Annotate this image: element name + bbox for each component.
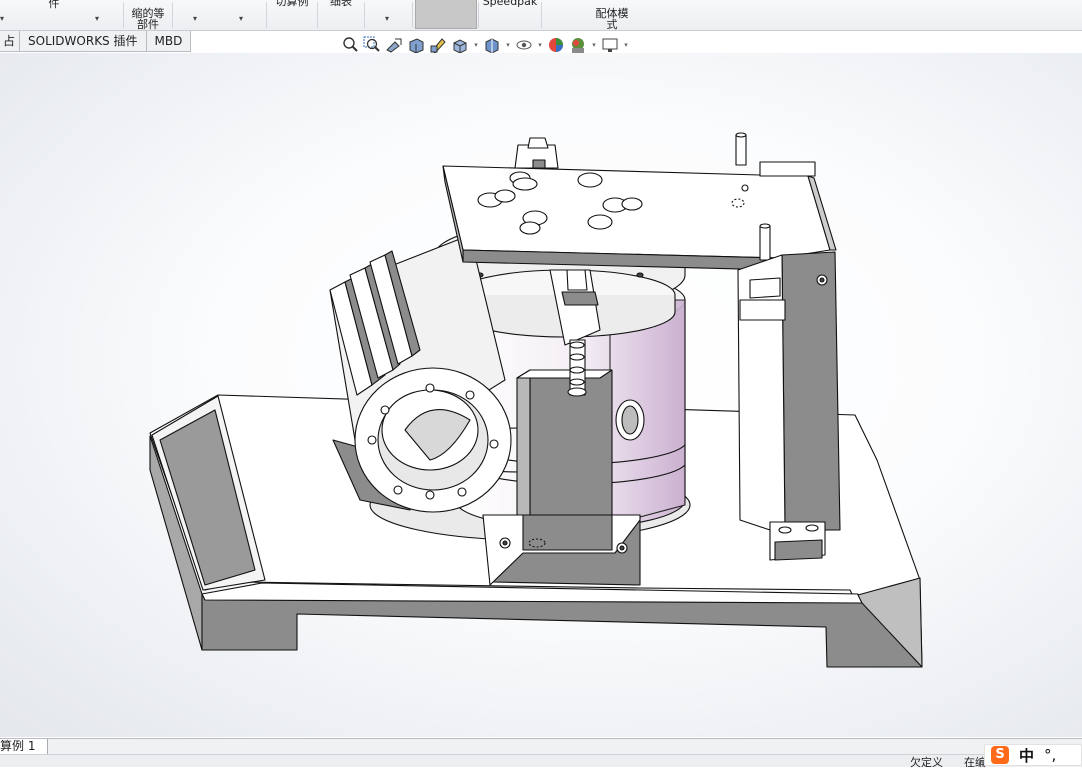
ribbon-item-label: 切算例: [275, 0, 309, 8]
status-definition: 欠定义: [910, 756, 943, 769]
chevron-down-icon[interactable]: ▾: [0, 14, 4, 23]
ribbon-item-part[interactable]: 件: [42, 0, 66, 28]
tab-solidworks-addins[interactable]: SOLIDWORKS 插件: [19, 31, 147, 52]
section-view-icon[interactable]: [406, 35, 426, 55]
chevron-down-icon[interactable]: ▾: [590, 41, 598, 49]
graphics-area[interactable]: [0, 53, 1082, 737]
ribbon-item-label: 件: [48, 0, 60, 10]
edit-appearance-icon[interactable]: [546, 35, 566, 55]
bottom-tab-strip: 算例 1: [0, 738, 1082, 755]
hide-show-items-icon[interactable]: [514, 35, 534, 55]
tab-label: 占: [3, 34, 16, 48]
chevron-down-icon[interactable]: ▾: [385, 14, 389, 23]
view-orientation-icon[interactable]: [450, 35, 470, 55]
ribbon-item-label: 缩的等 部件: [131, 7, 165, 31]
ribbon-active-button[interactable]: [415, 0, 477, 29]
view-settings-icon[interactable]: [600, 35, 620, 55]
tab-mbd[interactable]: MBD: [145, 31, 192, 52]
sogou-logo-icon[interactable]: S: [991, 746, 1009, 764]
ribbon-item-label: Speedpak: [482, 0, 538, 8]
zoom-to-area-icon[interactable]: [362, 35, 382, 55]
ribbon-item-label: 细表: [330, 0, 352, 8]
chevron-down-icon[interactable]: ▾: [622, 41, 630, 49]
status-bar: 欠定义 在编: [0, 754, 1082, 769]
ribbon-item-study[interactable]: 切算例: [270, 0, 314, 26]
previous-view-icon[interactable]: [384, 35, 404, 55]
ribbon-item-bom[interactable]: 细表: [322, 0, 360, 26]
ribbon-item-simplified-assembly[interactable]: 缩的等 部件: [126, 0, 170, 30]
dynamic-annotation-icon[interactable]: [428, 35, 448, 55]
status-editing: 在编: [964, 756, 986, 769]
ribbon-item-speedpak[interactable]: Speedpak: [481, 0, 539, 26]
chevron-down-icon[interactable]: ▾: [193, 14, 197, 23]
tab-label: MBD: [154, 34, 183, 48]
chevron-down-icon[interactable]: ▾: [536, 41, 544, 49]
command-tabs: 占 SOLIDWORKS 插件 MBD: [0, 31, 192, 52]
ribbon-item-label: 配体模 式: [595, 7, 629, 31]
zoom-to-fit-icon[interactable]: [340, 35, 360, 55]
chevron-down-icon[interactable]: ▾: [472, 41, 480, 49]
display-style-icon[interactable]: [482, 35, 502, 55]
chevron-down-icon[interactable]: ▾: [239, 14, 243, 23]
apply-scene-icon[interactable]: [568, 35, 588, 55]
3d-model-fixture[interactable]: [0, 53, 1082, 737]
ime-toolbar[interactable]: S 中 °,: [984, 744, 1082, 766]
tab-label: SOLIDWORKS 插件: [28, 34, 138, 48]
tab-study-1[interactable]: 算例 1: [0, 739, 49, 754]
chevron-down-icon[interactable]: ▾: [95, 14, 99, 23]
command-manager-ribbon: 件 ▾ ▾ 缩的等 部件 ▾ ▾ 切算例 细表 ▾ Speedpak 配体模 式: [0, 0, 1082, 31]
tab-evaluate[interactable]: 占: [0, 31, 21, 52]
ribbon-item-envelope[interactable]: 配体模 式: [590, 0, 634, 30]
tab-label: 算例 1: [0, 739, 36, 753]
ime-punctuation-toggle[interactable]: °,: [1044, 746, 1056, 764]
chevron-down-icon[interactable]: ▾: [504, 41, 512, 49]
ime-mode-toggle[interactable]: 中: [1019, 745, 1034, 766]
